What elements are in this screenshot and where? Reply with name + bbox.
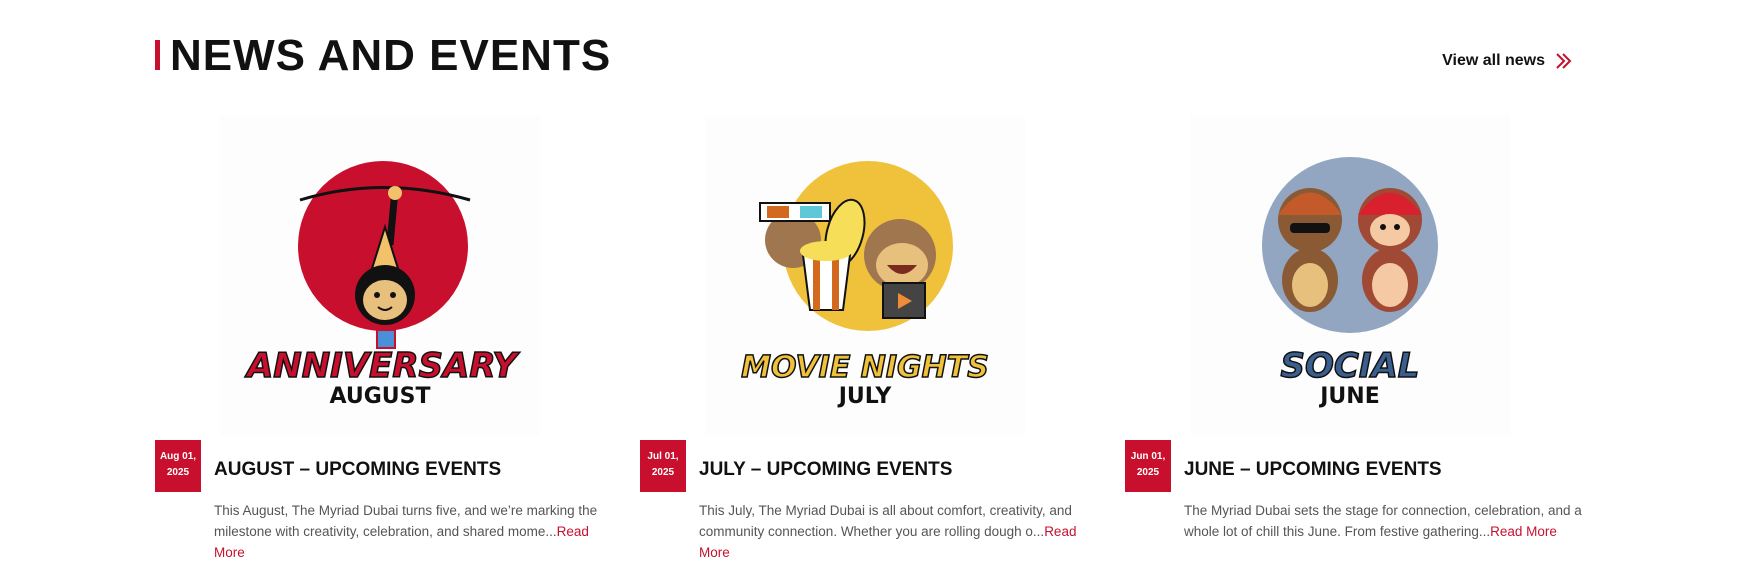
event-image-script-text: SOCIAL (1281, 346, 1420, 386)
anniversary-event-illustration: ANNIVERSARY AUGUST (243, 161, 521, 409)
event-image-caption-text: JUNE (1318, 384, 1380, 409)
event-image-script-text: MOVIE NIGHTS (741, 350, 989, 385)
social-event-illustration: SOCIAL JUNE (1262, 157, 1438, 409)
news-cards-grid: ANNIVERSARY AUGUST Aug 01, 2025 AUGUST –… (155, 115, 1605, 565)
news-card-june[interactable]: SOCIAL JUNE Jun 01, 2025 JUNE – UPCOMING… (1125, 115, 1585, 565)
news-card-august[interactable]: ANNIVERSARY AUGUST Aug 01, 2025 AUGUST –… (155, 115, 615, 565)
card-description-text: This July, The Myriad Dubai is all about… (699, 503, 1072, 539)
date-badge: Jun 01, 2025 (1125, 440, 1171, 492)
news-card-july[interactable]: MOVIE NIGHTS JULY Jul 01, 2025 JULY – UP… (640, 115, 1100, 565)
movie-nights-event-illustration: MOVIE NIGHTS JULY (740, 161, 990, 409)
date-month-day: Jun 01, (1130, 451, 1166, 462)
section-header: NEWS AND EVENTS View all news (155, 30, 1575, 90)
card-description: This August, The Myriad Dubai turns five… (214, 500, 614, 563)
page-title: NEWS AND EVENTS (170, 31, 612, 80)
date-month-day: Aug 01, (159, 451, 197, 462)
title-accent-bar (155, 40, 160, 70)
event-image-june[interactable]: SOCIAL JUNE (1190, 115, 1510, 435)
date-month-day: Jul 01, (647, 451, 679, 462)
event-image-circle (1262, 157, 1438, 333)
date-year: 2025 (651, 467, 675, 478)
date-year: 2025 (166, 467, 190, 478)
card-description-text: This August, The Myriad Dubai turns five… (214, 503, 598, 539)
double-chevron-right-icon (1556, 53, 1572, 69)
event-image-july[interactable]: MOVIE NIGHTS JULY (705, 115, 1025, 435)
card-description: This July, The Myriad Dubai is all about… (699, 500, 1089, 563)
card-title[interactable]: AUGUST – UPCOMING EVENTS (214, 459, 501, 481)
event-image-caption-text: JULY (837, 384, 893, 409)
card-description: The Myriad Dubai sets the stage for conn… (1184, 500, 1584, 542)
event-image-caption-text: AUGUST (330, 384, 431, 409)
event-image-script-text: ANNIVERSARY (244, 346, 520, 386)
card-title[interactable]: JUNE – UPCOMING EVENTS (1184, 459, 1442, 481)
date-badge: Jul 01, 2025 (640, 440, 686, 492)
card-title[interactable]: JULY – UPCOMING EVENTS (699, 459, 952, 481)
date-badge: Aug 01, 2025 (155, 440, 201, 492)
view-all-news-label: View all news (1442, 52, 1545, 69)
view-all-news-link[interactable]: View all news (1442, 50, 1575, 72)
date-year: 2025 (1136, 467, 1160, 478)
read-more-link[interactable]: Read More (1490, 524, 1557, 539)
event-image-august[interactable]: ANNIVERSARY AUGUST (220, 115, 540, 435)
